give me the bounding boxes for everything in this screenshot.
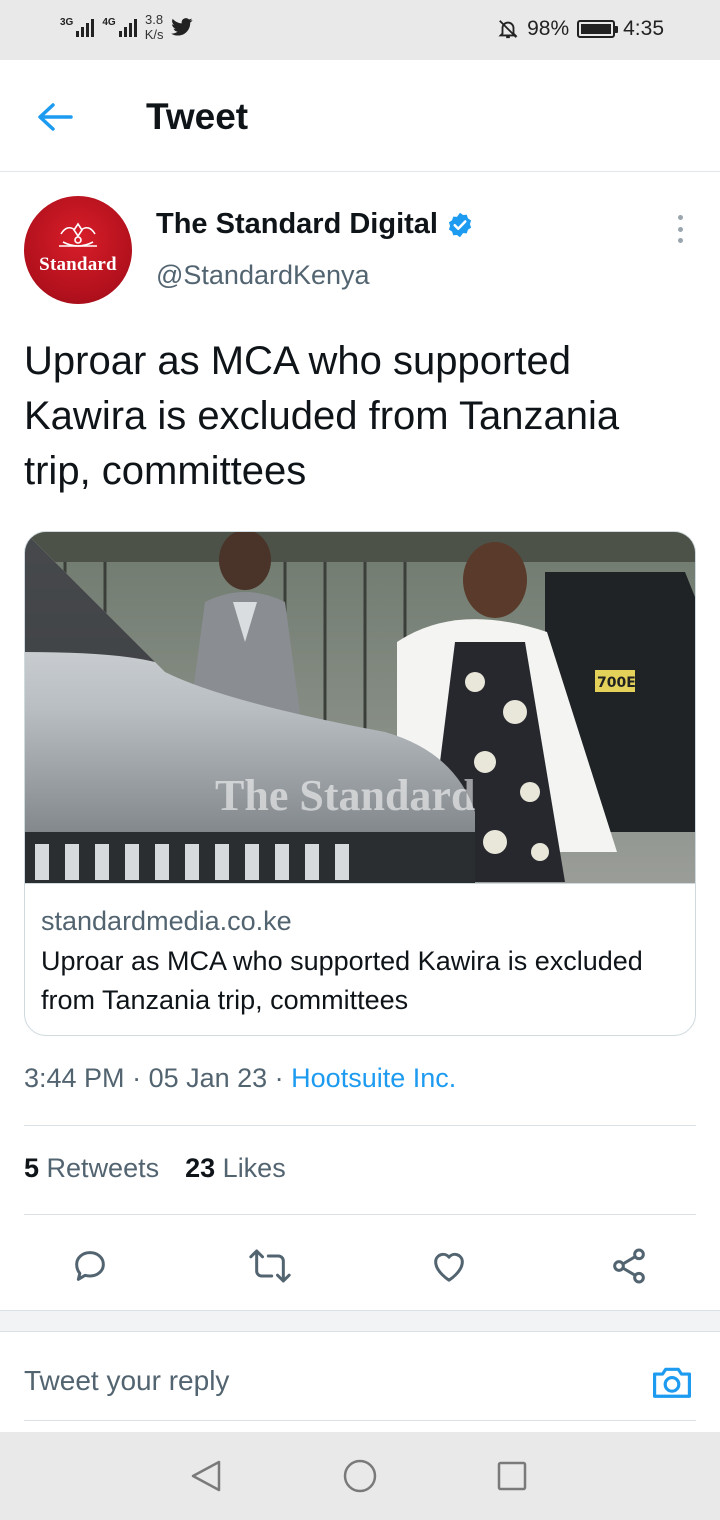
retweets-count: 5 <box>24 1153 40 1183</box>
display-name-text: The Standard Digital <box>156 208 438 240</box>
meta-separator: · <box>267 1063 292 1093</box>
mute-bell-icon <box>498 20 518 39</box>
back-arrow-icon <box>38 103 73 131</box>
speed-value: 3.8 <box>145 12 164 27</box>
link-card-domain: standardmedia.co.ke <box>41 906 292 936</box>
tweet-meta: 3:44 PM · 05 Jan 23 · Hootsuite Inc. <box>24 1063 456 1094</box>
twitter-icon <box>171 18 193 36</box>
nav-home-button[interactable] <box>340 1456 380 1496</box>
retweet-icon <box>249 1249 291 1283</box>
tweet-actions <box>0 1238 720 1294</box>
nav-home-icon <box>343 1459 377 1493</box>
link-card[interactable]: 700E The Standard standardmedia.co.ke Up… <box>24 531 696 1036</box>
divider <box>24 1214 696 1215</box>
likes-stat[interactable]: 23 Likes <box>185 1153 286 1184</box>
author-handle[interactable]: @StandardKenya <box>156 260 370 291</box>
reply-button[interactable] <box>62 1238 118 1294</box>
nav-back-button[interactable] <box>186 1456 226 1496</box>
like-button[interactable] <box>421 1238 477 1294</box>
news-photo: 700E The Standard <box>25 532 695 883</box>
section-divider <box>0 1310 720 1332</box>
status-left: 3G 4G 3.8 K/s <box>60 12 193 42</box>
status-right: 98% 4:35 <box>497 17 664 41</box>
status-bar: 3G 4G 3.8 K/s 98% 4:35 <box>0 0 720 60</box>
retweets-label: Retweets <box>46 1153 160 1183</box>
tweet-stats: 5 Retweets 23 Likes <box>24 1153 286 1184</box>
likes-count: 23 <box>185 1153 216 1183</box>
retweets-stat[interactable]: 5 Retweets <box>24 1153 159 1184</box>
link-card-title: Uproar as MCA who supported Kawira is ex… <box>41 946 643 1015</box>
tweet-date: 05 Jan 23 <box>148 1063 268 1093</box>
battery-percent: 98% <box>527 17 570 40</box>
author-name[interactable]: The Standard Digital <box>156 208 474 241</box>
like-icon <box>434 1252 464 1282</box>
nav-recents-button[interactable] <box>492 1456 532 1496</box>
reply-icon <box>75 1251 105 1281</box>
network-type-1: 3G <box>60 17 74 28</box>
network-speed: 3.8 K/s <box>145 12 164 42</box>
network-type-2: 4G <box>102 17 116 28</box>
nav-recents-icon <box>497 1461 527 1491</box>
camera-icon <box>652 1367 691 1398</box>
crest-icon <box>59 222 97 247</box>
back-button[interactable] <box>32 94 78 140</box>
more-dot-icon <box>677 226 683 232</box>
more-dot-icon <box>677 238 683 243</box>
link-card-image[interactable]: 700E The Standard <box>25 532 695 884</box>
reply-underline <box>24 1420 696 1421</box>
reply-input[interactable] <box>24 1358 584 1404</box>
tweet-source-link[interactable]: Hootsuite Inc. <box>291 1063 456 1093</box>
system-nav-bar <box>0 1432 720 1520</box>
link-card-body: standardmedia.co.ke Uproar as MCA who su… <box>25 884 695 1020</box>
image-watermark: The Standard <box>215 771 475 820</box>
speed-unit: K/s <box>144 27 164 42</box>
verified-badge-icon <box>448 212 472 237</box>
more-options-button[interactable] <box>668 212 692 246</box>
tweet-text: Uproar as MCA who supported Kawira is ex… <box>24 339 620 493</box>
tweet-time: 3:44 PM <box>24 1063 125 1093</box>
divider <box>24 1125 696 1126</box>
likes-label: Likes <box>222 1153 286 1183</box>
camera-button[interactable] <box>650 1360 694 1404</box>
nav-back-icon <box>191 1460 221 1492</box>
share-button[interactable] <box>601 1238 657 1294</box>
retweet-button[interactable] <box>242 1238 298 1294</box>
reply-composer <box>0 1332 720 1432</box>
app-header: Tweet <box>0 60 720 172</box>
battery-icon <box>577 20 619 38</box>
status-time: 4:35 <box>623 17 664 40</box>
page-title: Tweet <box>146 96 249 137</box>
more-dot-icon <box>677 215 683 220</box>
meta-separator: · <box>124 1063 149 1093</box>
signal-icon: 4G <box>102 17 137 37</box>
avatar[interactable]: Standard <box>24 196 132 304</box>
share-icon <box>613 1248 645 1284</box>
avatar-text: Standard <box>39 254 117 275</box>
car-plate-text: 700E <box>597 675 636 691</box>
signal-icon: 3G <box>60 17 95 37</box>
